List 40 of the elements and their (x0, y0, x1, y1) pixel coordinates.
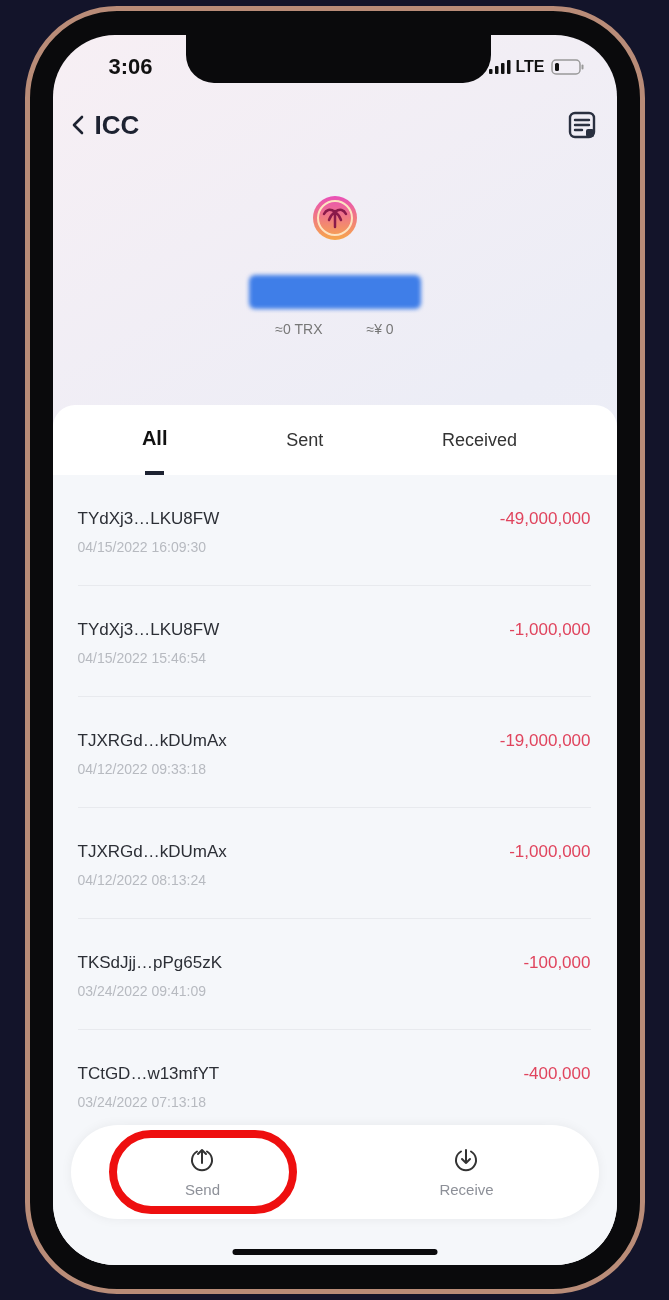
transaction-amount: -100,000 (523, 952, 591, 974)
transaction-time: 03/24/2022 09:41:09 (77, 982, 207, 1000)
transaction-row[interactable]: TYdXj3…LKU8FW 04/15/2022 15:46:54 -1,000,000 (77, 586, 591, 697)
trx-value: ≈0 TRX (275, 321, 323, 337)
status-time: 3:06 (108, 54, 153, 80)
network-label: LTE (515, 58, 545, 76)
signal-icon (489, 60, 512, 74)
transaction-amount: -1,000,000 (509, 841, 591, 863)
transaction-amount: -49,000,000 (499, 508, 591, 530)
transaction-amount: -19,000,000 (499, 730, 591, 752)
transaction-time: 04/12/2022 08:13:24 (77, 871, 207, 889)
filter-tab[interactable]: Sent (266, 405, 344, 475)
transaction-time: 03/24/2022 07:13:18 (77, 1093, 207, 1111)
filter-tab[interactable]: Received (422, 405, 538, 475)
page-title: ICC (94, 109, 141, 141)
transaction-address: TJXRGd…kDUmAx (77, 841, 227, 863)
transaction-amount: -1,000,000 (509, 619, 591, 641)
transaction-address: TYdXj3…LKU8FW (77, 508, 220, 530)
transaction-amount: -400,000 (523, 1063, 591, 1085)
transaction-address: TYdXj3…LKU8FW (77, 619, 220, 641)
transaction-row[interactable]: TYdXj3…LKU8FW 04/15/2022 16:09:30 -49,000,000 (77, 475, 591, 586)
transaction-address: TKSdJjj…pPg65zK (77, 952, 223, 974)
download-icon (453, 1146, 480, 1173)
fiat-value: ≈¥ 0 (366, 321, 394, 337)
back-chevron-icon (70, 114, 85, 136)
transaction-row[interactable]: TJXRGd…kDUmAx 04/12/2022 08:13:24 -1,000,000 (77, 808, 591, 919)
transaction-address: TCtGD…w13mfYT (77, 1063, 220, 1085)
transaction-address: TJXRGd…kDUmAx (77, 730, 227, 752)
back-button[interactable] (70, 114, 85, 136)
document-icon (566, 110, 597, 140)
battery-icon (550, 59, 585, 75)
transaction-time: 04/15/2022 15:46:54 (77, 649, 207, 667)
token-logo-icon (311, 195, 358, 241)
transaction-row[interactable]: TKSdJjj…pPg65zK 03/24/2022 09:41:09 -100,000 (77, 919, 591, 1030)
transaction-time: 04/12/2022 09:33:18 (77, 760, 207, 778)
transaction-row[interactable]: TJXRGd…kDUmAx 04/12/2022 09:33:18 -19,000,000 (77, 697, 591, 808)
records-button[interactable] (566, 110, 597, 140)
transaction-time: 04/15/2022 16:09:30 (77, 538, 207, 556)
transaction-row[interactable]: TCtGD…w13mfYT 03/24/2022 07:13:18 -400,000 (77, 1030, 591, 1111)
upload-icon (189, 1146, 216, 1173)
